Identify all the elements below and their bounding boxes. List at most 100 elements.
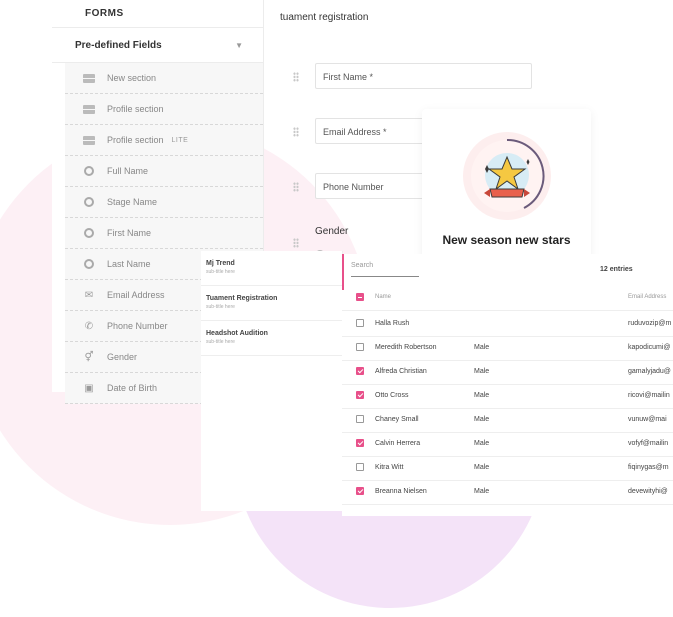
row-checkbox[interactable] <box>356 487 364 495</box>
table-row[interactable]: Halla Rush ruduvozip@m <box>342 312 673 337</box>
list-item[interactable]: Tuament Registration sub-title here <box>201 286 342 321</box>
table-row[interactable]: Breanna Nielsen Male devewityhi@ <box>342 480 673 505</box>
cell-email: kapodicumi@ <box>628 344 671 351</box>
list-item-subtitle: sub-title here <box>206 269 235 275</box>
field-item-first-name[interactable]: First Name <box>65 218 263 249</box>
cell-email: ricovi@mailin <box>628 392 670 399</box>
select-all-checkbox[interactable] <box>356 293 364 301</box>
cell-email: ruduvozip@m <box>628 320 672 327</box>
field-label: Gender <box>107 352 138 362</box>
forms-header: FORMS <box>52 0 263 28</box>
cell-gender: Male <box>474 416 490 423</box>
cell-gender: Male <box>474 392 490 399</box>
cell-email: fiqinygas@m <box>628 464 669 471</box>
table-row[interactable]: Alfreda Christian Male gamalyjadu@ <box>342 360 673 385</box>
drag-handle-icon[interactable] <box>293 127 299 137</box>
predefined-fields-dropdown[interactable]: Pre-defined Fields ▼ <box>52 28 263 63</box>
section-icon <box>83 72 95 84</box>
cell-name: Calvin Herrera <box>375 440 421 447</box>
cell-email: vunuw@mai <box>628 416 667 423</box>
cell-email: vofyf@mailin <box>628 440 669 447</box>
field-item-new-section[interactable]: New section <box>65 63 263 94</box>
cell-email: devewityhi@ <box>628 488 668 495</box>
star-trophy-icon <box>463 132 551 220</box>
list-item-title: Mj Trend <box>206 260 235 267</box>
column-header-email: Email Address <box>628 294 667 300</box>
cell-name: Otto Cross <box>375 392 409 399</box>
table-row[interactable]: Meredith Robertson Male kapodicumi@ <box>342 336 673 361</box>
column-header-name: Name <box>375 294 392 300</box>
mail-icon: ✉ <box>84 289 94 301</box>
section-icon <box>83 134 95 146</box>
table-row[interactable]: Calvin Herrera Male vofyf@mailin <box>342 432 673 457</box>
accent-bar <box>342 254 344 290</box>
drag-handle-icon[interactable] <box>293 238 299 248</box>
field-label: Profile section <box>107 104 164 114</box>
list-item-subtitle: sub-title here <box>206 304 235 310</box>
list-item-title: Headshot Audition <box>206 330 268 337</box>
gender-label: Gender <box>315 226 349 237</box>
cell-name: Kitra Witt <box>375 464 404 471</box>
table-header-row: Name Email Address <box>342 286 673 311</box>
table-row[interactable]: Otto Cross Male ricovi@mailin <box>342 384 673 409</box>
lite-badge: LITE <box>171 136 189 144</box>
cell-gender: Male <box>474 344 490 351</box>
entries-count: 12 entries <box>600 266 633 273</box>
form-title: tuament registration <box>280 12 369 23</box>
promo-title: New season new stars <box>442 233 571 247</box>
user-icon <box>83 258 95 270</box>
row-checkbox[interactable] <box>356 439 364 447</box>
list-item-subtitle: sub-title here <box>206 339 235 345</box>
cell-name: Halla Rush <box>375 320 410 327</box>
section-icon <box>83 103 95 115</box>
email-input[interactable]: Email Address * <box>315 118 435 144</box>
field-item-profile-section[interactable]: Profile section <box>65 94 263 125</box>
field-label: First Name <box>107 228 152 238</box>
field-label: Phone Number <box>107 321 168 331</box>
cell-name: Alfreda Christian <box>375 368 427 375</box>
cell-name: Chaney Small <box>375 416 419 423</box>
row-checkbox[interactable] <box>356 415 364 423</box>
row-checkbox[interactable] <box>356 463 364 471</box>
user-icon <box>83 227 95 239</box>
cell-gender: Male <box>474 464 490 471</box>
drag-handle-icon[interactable] <box>293 182 299 192</box>
row-checkbox[interactable] <box>356 391 364 399</box>
field-item-profile-section-lite[interactable]: Profile section LITE <box>65 125 263 156</box>
cell-gender: Male <box>474 488 490 495</box>
user-icon <box>83 165 95 177</box>
field-label: Email Address <box>107 290 165 300</box>
field-label: Profile section <box>107 135 164 145</box>
phone-icon: ✆ <box>84 320 94 332</box>
row-checkbox[interactable] <box>356 319 364 327</box>
predefined-fields-label: Pre-defined Fields <box>75 39 162 51</box>
cell-gender: Male <box>474 368 490 375</box>
row-checkbox[interactable] <box>356 343 364 351</box>
cell-email: gamalyjadu@ <box>628 368 671 375</box>
field-item-stage-name[interactable]: Stage Name <box>65 187 263 218</box>
cell-gender: Male <box>474 440 490 447</box>
user-icon <box>83 196 95 208</box>
drag-handle-icon[interactable] <box>293 72 299 82</box>
list-item[interactable]: Mj Trend sub-title here <box>201 251 342 286</box>
field-label: Date of Birth <box>107 383 158 393</box>
list-item-title: Tuament Registration <box>206 295 278 302</box>
field-label: Last Name <box>107 259 151 269</box>
phone-input[interactable]: Phone Number <box>315 173 435 199</box>
row-checkbox[interactable] <box>356 367 364 375</box>
field-label: Stage Name <box>107 197 158 207</box>
field-label: Full Name <box>107 166 149 176</box>
entries-table: Search 12 entries Name Email Address Hal… <box>342 254 673 516</box>
cell-name: Breanna Nielsen <box>375 488 427 495</box>
cell-name: Meredith Robertson <box>375 344 437 351</box>
calendar-icon: ▣ <box>84 382 94 394</box>
table-row[interactable]: Chaney Small Male vunuw@mai <box>342 408 673 433</box>
first-name-input[interactable]: First Name * <box>315 63 532 89</box>
chevron-down-icon: ▼ <box>235 40 243 50</box>
table-row[interactable]: Kitra Witt Male fiqinygas@m <box>342 456 673 481</box>
field-label: New section <box>107 73 157 83</box>
field-item-full-name[interactable]: Full Name <box>65 156 263 187</box>
forms-mini-list: Mj Trend sub-title here Tuament Registra… <box>201 251 343 511</box>
list-item[interactable]: Headshot Audition sub-title here <box>201 321 342 356</box>
table-search-input[interactable]: Search <box>351 262 419 277</box>
